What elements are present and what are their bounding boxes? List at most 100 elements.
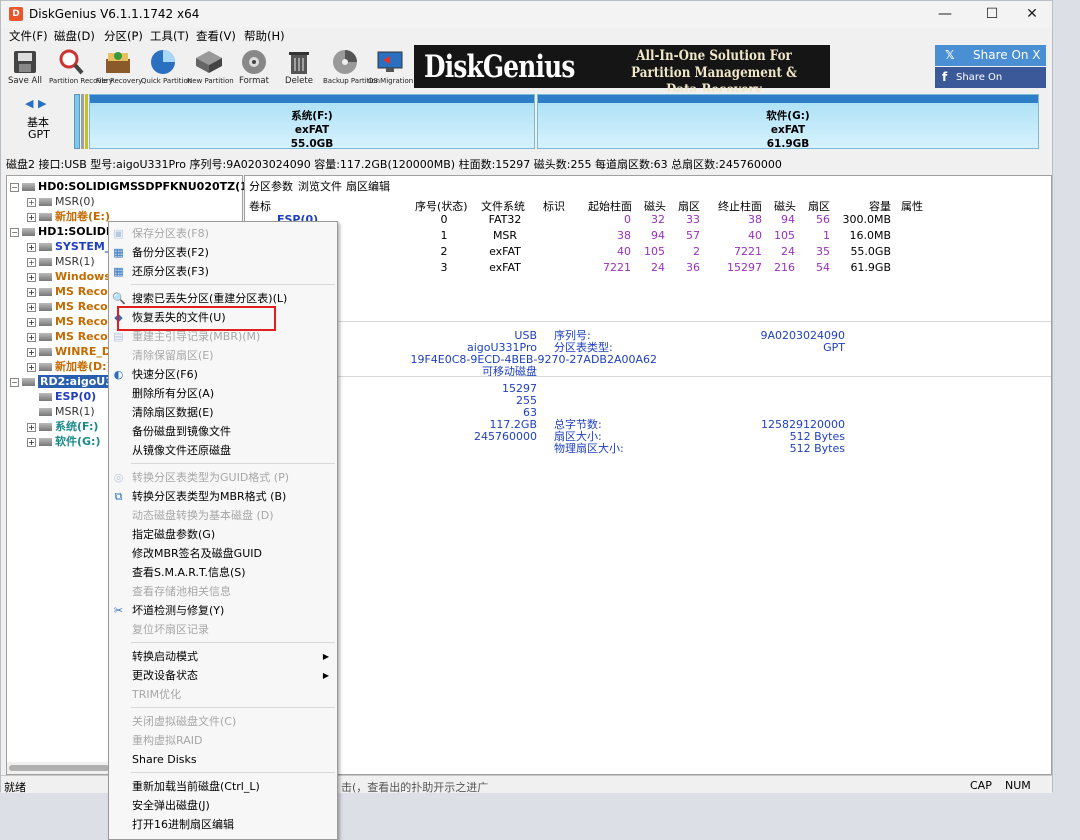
tab-browse-files[interactable]: 浏览文件 — [298, 178, 342, 194]
tree-item[interactable]: + 新加卷(D:) — [27, 359, 112, 374]
context-menu-item[interactable]: 安全弹出磁盘(J) — [109, 796, 337, 815]
tree-item[interactable]: + 新加卷(E:) — [27, 209, 110, 224]
menu-help[interactable]: 帮助(H) — [244, 28, 285, 44]
table-cell: MSR — [492, 229, 518, 242]
table-cell: 57 — [686, 229, 700, 242]
menu-file[interactable]: 文件(F) — [9, 28, 48, 44]
context-menu-item[interactable]: 删除所有分区(A) — [109, 384, 337, 403]
table-cell: 24 — [781, 245, 795, 258]
table-cell: 16.0MB — [849, 229, 891, 242]
tab-sector-editor[interactable]: 扇区编辑 — [346, 178, 390, 194]
table-cell: 24 — [651, 261, 665, 274]
context-menu-item[interactable]: 重新加载当前磁盘(Ctrl_L) — [109, 777, 337, 796]
tree-item[interactable]: + 软件(G:) — [27, 434, 100, 449]
table-row[interactable]: 3 exFAT 7221 24 36 15297 216 54 61.9GB — [245, 260, 1051, 276]
menu-bar: 文件(F) 磁盘(D) 分区(P) 工具(T) 查看(V) 帮助(H) — [1, 28, 1052, 44]
tree-item[interactable]: + Windows- — [27, 269, 115, 284]
status-hint: 击(，查看出的扑助开示之进广 — [341, 781, 489, 794]
context-menu-item[interactable]: ▦ 还原分区表(F3) — [109, 262, 337, 281]
table-cell: exFAT — [489, 261, 521, 274]
backup-icon — [333, 50, 357, 74]
table-cell: 15297 — [727, 261, 762, 274]
next-disk-arrow-icon[interactable]: ▶ — [38, 97, 46, 110]
context-menu-item[interactable]: 清除扇区数据(E) — [109, 403, 337, 422]
table-cell: 55.0GB — [850, 245, 891, 258]
table-cell: 94 — [781, 213, 795, 226]
partition-block-software[interactable]: 软件(G:) exFAT 61.9GB — [537, 94, 1039, 150]
menu-separator — [131, 707, 335, 708]
context-menu-item: ◎ 转换分区表类型为GUID格式 (P) — [113, 471, 290, 484]
tab-partition-params[interactable]: 分区参数 — [249, 178, 293, 194]
context-menu-item[interactable]: 备份磁盘到镜像文件 — [109, 422, 337, 441]
share-on-x-button[interactable]: 𝕏 Share On X — [935, 45, 1046, 66]
menu-separator — [131, 772, 335, 773]
table-cell: 105 — [774, 229, 795, 242]
minimize-button[interactable]: — — [922, 1, 968, 28]
format-icon — [242, 50, 266, 74]
disk-info-line: 磁盘2 接口:USB 型号:aigoU331Pro 序列号:9A02030240… — [6, 158, 782, 171]
menu-separator — [131, 284, 335, 285]
context-menu-item[interactable]: ✂ 坏道检测与修复(Y) — [109, 601, 337, 620]
table-cell: 32 — [651, 213, 665, 226]
mbr-icon: ▤ — [113, 330, 124, 343]
delete-button[interactable]: Delete — [277, 47, 321, 91]
table-cell: 36 — [686, 261, 700, 274]
format-button[interactable]: Format — [232, 47, 276, 91]
trash-icon — [289, 52, 309, 74]
tree-item[interactable]: + 系统(F:) — [27, 419, 98, 434]
tree-disk-rd2-selected[interactable]: − RD2:aigoU33 — [10, 374, 123, 389]
tree-item[interactable]: + MSR(0) — [27, 194, 95, 209]
tree-item[interactable]: +MSR(1) — [27, 254, 95, 269]
context-menu-item[interactable]: ▦ 备份分区表(F2) — [109, 243, 337, 262]
table-cell: 40 — [748, 229, 762, 242]
context-menu-item[interactable]: 打开16进制扇区编辑 — [109, 815, 337, 834]
table-row[interactable]: ESP(0) 0 FAT32 0 32 33 38 94 56 300.0MB — [245, 212, 1051, 228]
tree-disk-hd1[interactable]: − HD1:SOLIDIG — [10, 224, 119, 239]
close-button[interactable]: ✕ — [1009, 1, 1055, 28]
context-menu-item[interactable]: 查看S.M.A.R.T.信息(S) — [109, 563, 337, 582]
backup-table-icon: ▦ — [113, 246, 124, 259]
detail-value: 512 Bytes — [789, 442, 845, 455]
context-menu-item: 关闭虚拟磁盘文件(C) — [132, 715, 237, 728]
table-cell: 1 — [440, 229, 448, 242]
context-menu-item[interactable]: ⧉ 转换分区表类型为MBR格式 (B) — [109, 487, 337, 506]
table-row[interactable]: 2 exFAT 40 105 2 7221 24 35 55.0GB — [245, 244, 1051, 260]
menu-disk[interactable]: 磁盘(D) — [54, 28, 95, 44]
context-menu-item[interactable]: 修改MBR签名及磁盘GUID — [109, 544, 337, 563]
context-menu-item[interactable]: 转换启动模式 ▶ — [109, 647, 337, 666]
partition-block-msr[interactable] — [81, 94, 84, 149]
context-menu-item[interactable]: ◐ 快速分区(F6) — [109, 365, 337, 384]
partition-block-small[interactable] — [85, 94, 88, 149]
context-menu-item[interactable]: Share Disks — [109, 750, 337, 769]
table-row[interactable]: 1 MSR 38 94 57 40 105 1 16.0MB — [245, 228, 1051, 244]
context-menu-item[interactable]: 从镜像文件还原磁盘 — [109, 441, 337, 460]
divider — [245, 321, 1051, 322]
save-all-button[interactable]: Save All — [3, 47, 47, 91]
file-recovery-button[interactable]: File Recovery — [96, 47, 142, 91]
menu-view[interactable]: 查看(V) — [196, 28, 236, 44]
tree-disk-hd0[interactable]: − HD0:SOLIDIGMSSDPFKNU020TZ(1908 — [10, 179, 271, 194]
partition-recovery-button[interactable]: Partition Recovery — [49, 47, 113, 91]
partition-block-esp[interactable] — [74, 94, 80, 149]
backup-partition-button[interactable]: Backup Partition — [323, 47, 380, 91]
context-menu-item[interactable]: 指定磁盘参数(G) — [109, 525, 337, 544]
os-migration-button[interactable]: OS Migration — [368, 47, 413, 91]
new-partition-button[interactable]: New Partition — [187, 47, 234, 91]
menu-tools[interactable]: 工具(T) — [150, 28, 189, 44]
tree-item[interactable]: + SYSTEM_D — [27, 239, 119, 254]
menu-partition[interactable]: 分区(P) — [104, 28, 143, 44]
table-cell: 105 — [644, 245, 665, 258]
table-cell: 216 — [774, 261, 795, 274]
table-cell: 40 — [617, 245, 631, 258]
share-on-facebook-button[interactable]: f Share On Facebook — [935, 67, 1046, 104]
quick-partition-button[interactable]: Quick Partition — [141, 47, 192, 91]
partition-detail-panel: 分区参数 浏览文件 扇区编辑 卷标 序号(状态) 文件系统 标识 起始柱面 磁头… — [244, 175, 1052, 775]
search-icon: 🔍 — [112, 292, 126, 305]
prev-disk-arrow-icon[interactable]: ◀ — [25, 97, 33, 110]
tools-icon: ✂ — [113, 604, 124, 617]
tree-item[interactable]: + WINRE_DF — [27, 344, 119, 359]
context-menu-item[interactable]: 更改设备状态 ▶ — [109, 666, 337, 685]
partition-block-system[interactable]: 系统(F:) exFAT 55.0GB — [89, 94, 535, 150]
tree-item[interactable]: +MSR(1) — [27, 404, 95, 419]
tree-item[interactable]: +ESP(0) — [27, 389, 96, 404]
